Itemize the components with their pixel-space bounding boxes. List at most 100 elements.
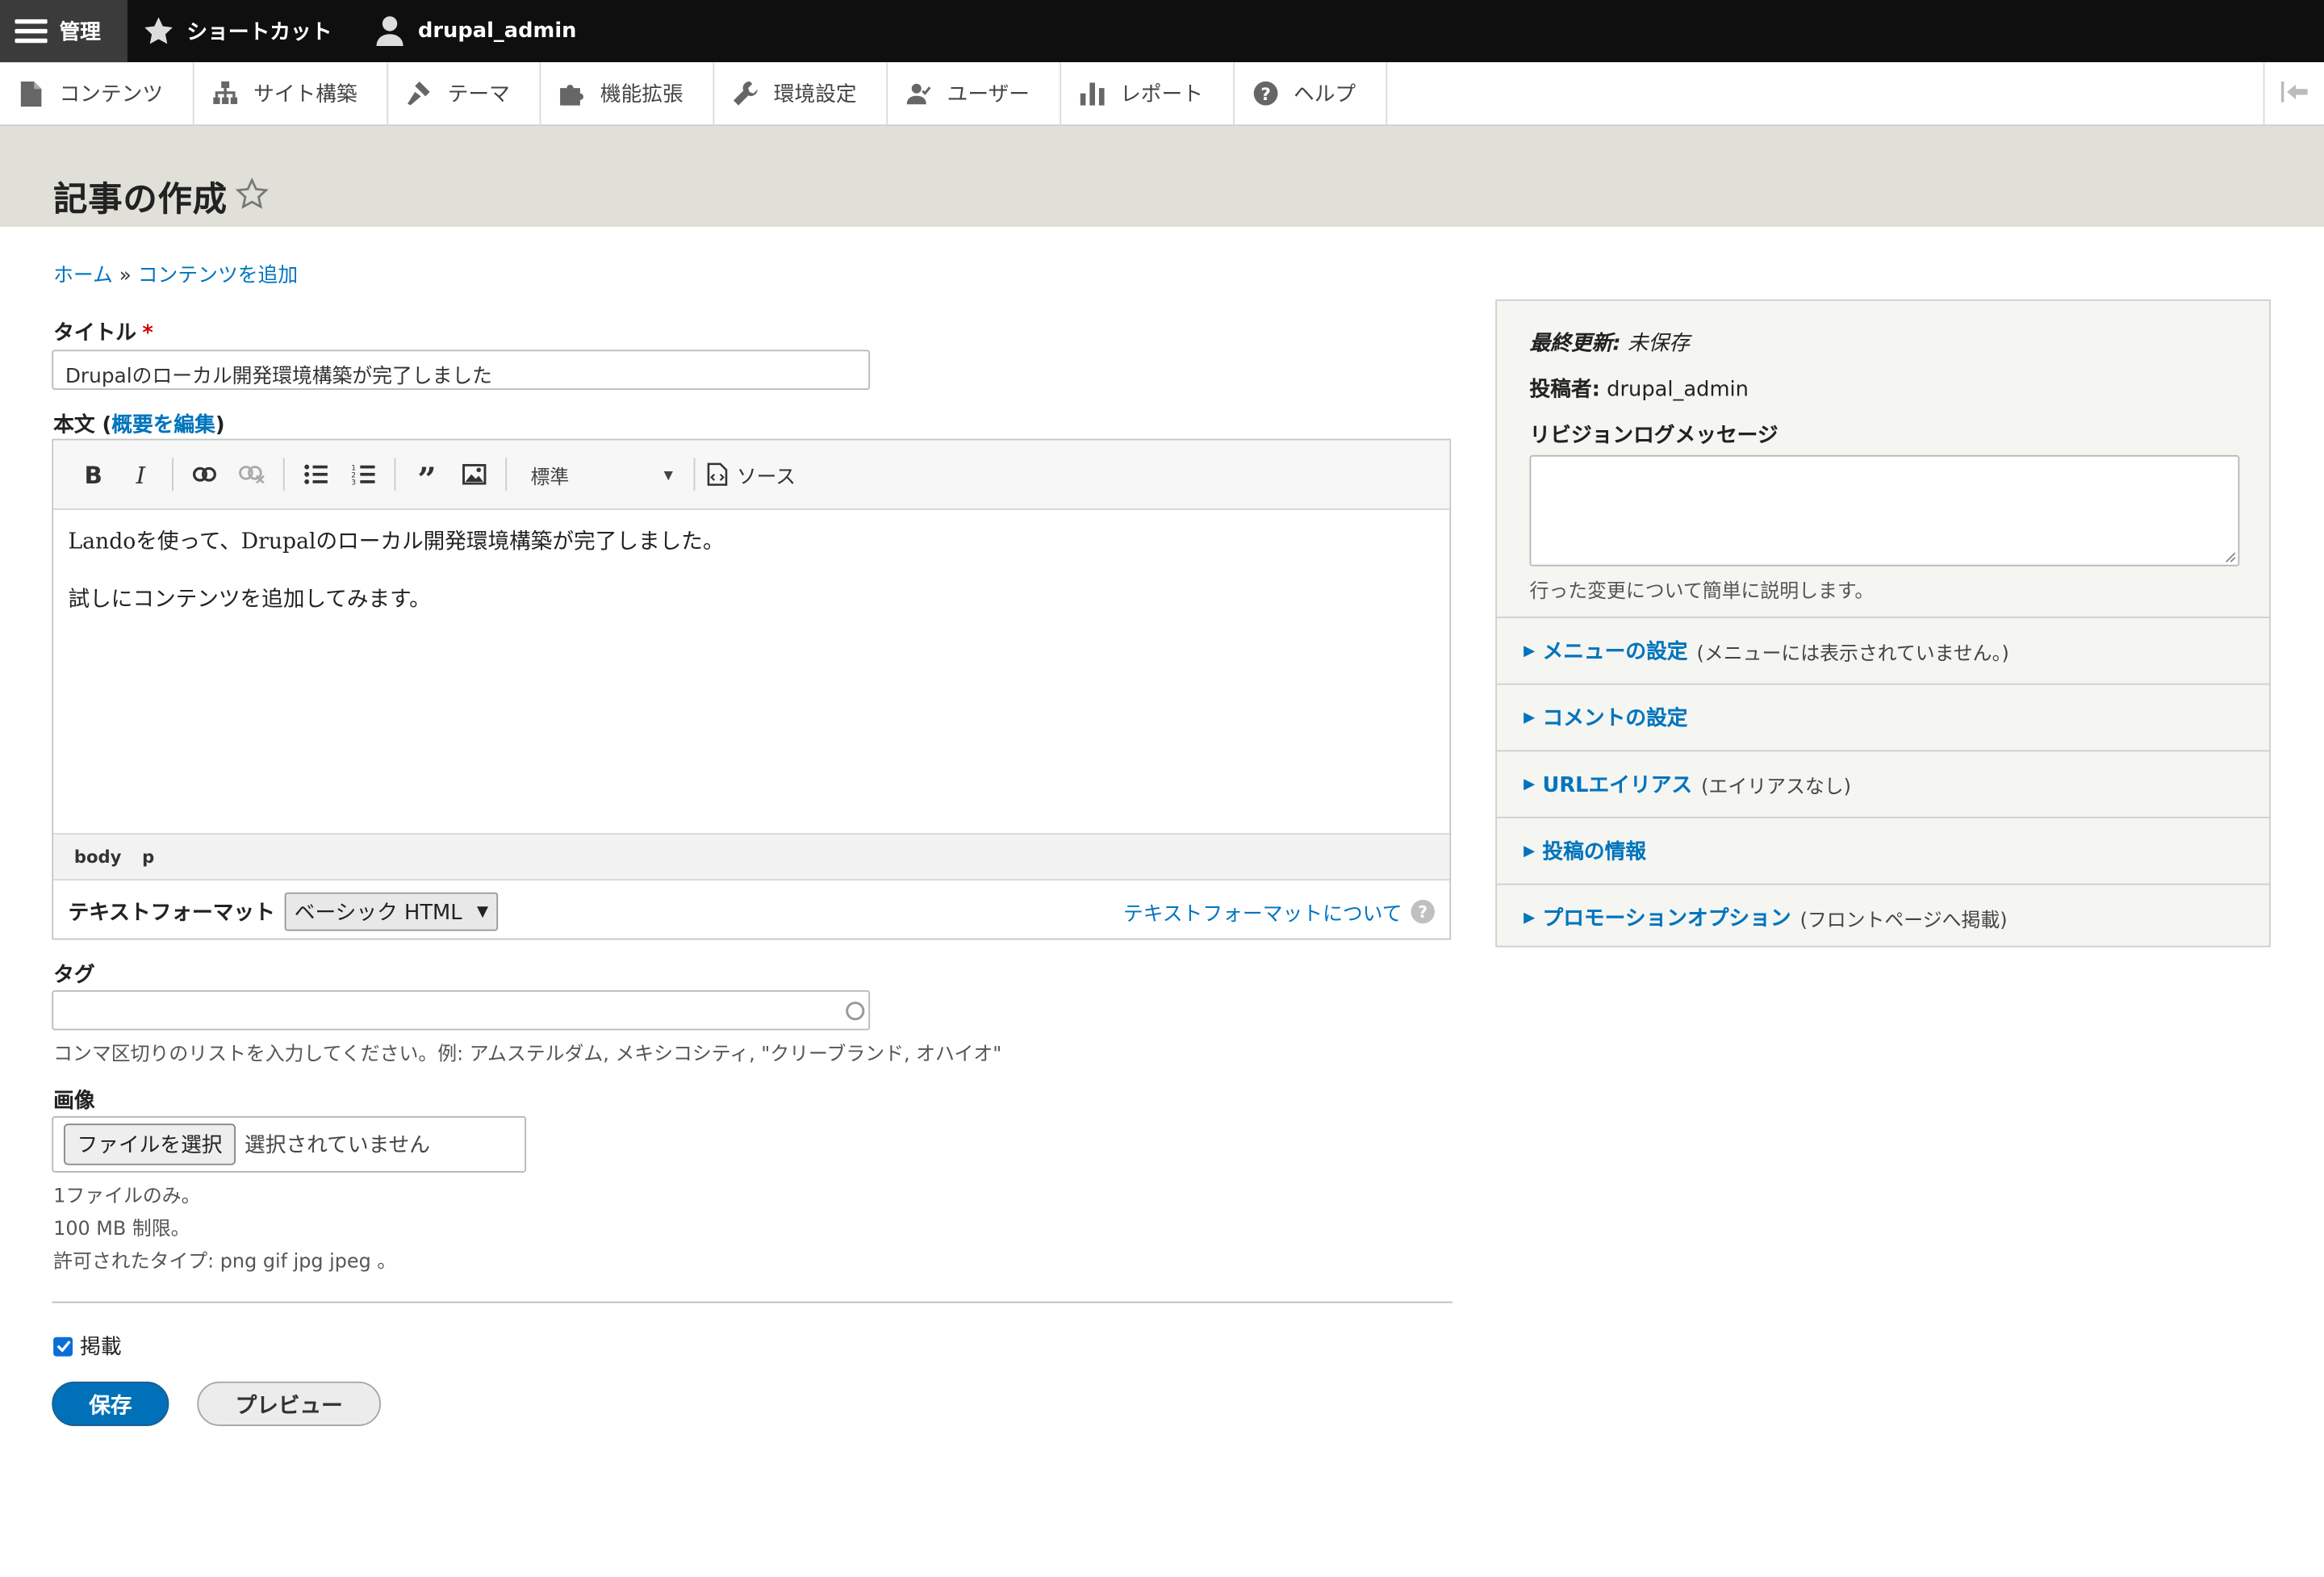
expand-triangle-icon: ▶: [1524, 843, 1536, 860]
tray-label-help: ヘルプ: [1293, 82, 1356, 107]
collapse-left-icon: [2280, 79, 2308, 107]
image-button[interactable]: [455, 455, 494, 494]
link-button[interactable]: [186, 455, 224, 494]
editor-toolbar: B I 123 ” 標準 ▼ ソース: [53, 440, 1450, 510]
puzzle-icon: [558, 80, 585, 107]
breadcrumb-add-content-link[interactable]: コンテンツを追加: [138, 264, 298, 287]
tray-item-help[interactable]: ? ヘルプ: [1235, 62, 1387, 125]
tray-item-config[interactable]: 環境設定: [714, 62, 888, 125]
checkmark-icon: [56, 1341, 70, 1353]
promotion-options-section[interactable]: ▶ プロモーションオプション (フロントページへ掲載): [1497, 885, 2269, 951]
numbered-list-icon: 123: [351, 464, 375, 485]
question-icon: ?: [1411, 899, 1435, 924]
unlink-icon: [239, 466, 265, 483]
tray-item-content[interactable]: コンテンツ: [0, 62, 194, 125]
revision-log-label: リビジョンログメッセージ: [1529, 424, 1779, 448]
editor-element-path: body p: [53, 833, 1450, 881]
body-editor: B I 123 ” 標準 ▼ ソース Landoを使って、Drupalのローカル…: [52, 438, 1452, 943]
bold-button[interactable]: B: [74, 455, 113, 494]
admin-toolbar: 管理 ショートカット drupal_admin: [0, 0, 2324, 63]
resize-handle-icon[interactable]: [2223, 550, 2237, 563]
url-alias-section[interactable]: ▶ URLエイリアス (エイリアスなし): [1497, 751, 2270, 818]
hamburger-icon: [15, 15, 48, 47]
tray-item-people[interactable]: ユーザー: [888, 62, 1061, 125]
published-row: 掲載: [53, 1331, 122, 1361]
tray-label-structure: サイト構築: [253, 82, 357, 107]
tray-label-appearance: テーマ: [447, 82, 510, 107]
editor-paragraph: 試しにコンテンツを追加してみます。: [68, 588, 431, 613]
user-label: drupal_admin: [417, 19, 577, 44]
required-marker: *: [142, 321, 153, 345]
tray-label-content: コンテンツ: [59, 82, 164, 107]
image-file-widget: ファイルを選択 選択されていません: [52, 1116, 527, 1173]
element-path-body[interactable]: body: [74, 847, 122, 868]
bulleted-list-button[interactable]: [296, 455, 335, 494]
user-button[interactable]: drupal_admin: [358, 0, 603, 62]
choose-file-button[interactable]: ファイルを選択: [63, 1123, 236, 1165]
published-checkbox[interactable]: [53, 1336, 73, 1356]
italic-button[interactable]: I: [122, 455, 161, 494]
sitemap-icon: [212, 80, 239, 107]
file-none-text: 選択されていません: [245, 1134, 430, 1158]
bar-chart-icon: [1079, 80, 1106, 107]
svg-text:3: 3: [351, 479, 356, 485]
tray-label-extend: 機能拡張: [600, 82, 683, 107]
tray-item-reports[interactable]: レポート: [1061, 62, 1235, 125]
tray-item-structure[interactable]: サイト構築: [194, 62, 389, 125]
link-icon: [192, 466, 216, 482]
preview-button[interactable]: プレビュー: [197, 1381, 382, 1426]
expand-triangle-icon: ▶: [1524, 642, 1536, 659]
paragraph-format-dropdown[interactable]: 標準 ▼: [519, 460, 682, 489]
help-icon: ?: [1252, 80, 1279, 107]
meta-info: 最終更新: 未保存 投稿者: drupal_admin リビジョンログメッセージ…: [1497, 301, 2270, 618]
breadcrumb-home-link[interactable]: ホーム: [53, 264, 113, 287]
save-button[interactable]: 保存: [52, 1381, 169, 1426]
comment-settings-section[interactable]: ▶ コメントの設定: [1497, 685, 2270, 752]
text-format-row: テキストフォーマット ベーシック HTML ▼ テキストフォーマットについて ?: [53, 881, 1449, 943]
people-icon: [905, 80, 932, 107]
revision-log-textarea[interactable]: [1529, 454, 2240, 567]
editor-paragraph: Landoを使って、Drupalのローカル開発環境構築が完了しました。: [68, 530, 725, 554]
source-button[interactable]: ソース: [707, 459, 796, 489]
image-icon: [462, 463, 487, 485]
page-title: 記事の作成: [53, 181, 228, 220]
numbered-list-button[interactable]: 123: [344, 455, 382, 494]
title-input[interactable]: Drupalのローカル開発環境構築が完了しました: [52, 349, 871, 391]
shortcut-star-icon[interactable]: [234, 177, 270, 212]
wrench-icon: [732, 80, 759, 107]
tags-help-text: コンマ区切りのリストを入力してください。例: アムステルダム, メキシコシティ,…: [53, 1044, 1002, 1066]
breadcrumb-separator: »: [119, 263, 132, 288]
tray-item-appearance[interactable]: テーマ: [388, 62, 541, 125]
paint-brush-icon: [406, 80, 433, 107]
select-arrow-icon: ▼: [476, 903, 489, 920]
shortcuts-button[interactable]: ショートカット: [127, 0, 359, 62]
expand-triangle-icon: ▶: [1524, 709, 1536, 726]
authoring-info-section[interactable]: ▶ 投稿の情報: [1497, 818, 2270, 885]
expand-triangle-icon: ▶: [1524, 909, 1536, 927]
menu-settings-section[interactable]: ▶ メニューの設定 (メニューには表示されていません。): [1497, 618, 2270, 685]
shortcuts-label: ショートカット: [186, 20, 332, 45]
bulleted-list-icon: [304, 464, 328, 484]
dropdown-arrow-icon: ▼: [663, 467, 673, 482]
breadcrumb: ホーム » コンテンツを追加: [53, 258, 298, 288]
autocomplete-throbber-icon: [846, 1002, 865, 1021]
tags-input[interactable]: [52, 989, 871, 1031]
manage-menu-button[interactable]: 管理: [0, 0, 127, 63]
edit-summary-link[interactable]: 概要を編集: [111, 413, 215, 437]
tray-item-extend[interactable]: 機能拡張: [541, 62, 715, 125]
collapse-tray-button[interactable]: [2263, 62, 2324, 125]
tray-label-people: ユーザー: [947, 82, 1030, 107]
text-format-about-link[interactable]: テキストフォーマットについて ?: [1123, 897, 1435, 927]
element-path-p[interactable]: p: [142, 847, 154, 868]
user-icon: [374, 15, 406, 47]
tray-label-config: 環境設定: [773, 82, 857, 107]
tray-label-reports: レポート: [1120, 82, 1203, 107]
blockquote-button[interactable]: ”: [408, 450, 446, 500]
unlink-button[interactable]: [232, 455, 271, 494]
source-icon: [707, 462, 728, 486]
text-format-select[interactable]: ベーシック HTML ▼: [283, 892, 499, 931]
editor-content-area[interactable]: Landoを使って、Drupalのローカル開発環境構築が完了しました。 試しにコ…: [53, 510, 1449, 833]
divider: [52, 1301, 1453, 1303]
svg-text:?: ?: [1260, 85, 1270, 105]
tags-label: タグ: [53, 963, 95, 988]
